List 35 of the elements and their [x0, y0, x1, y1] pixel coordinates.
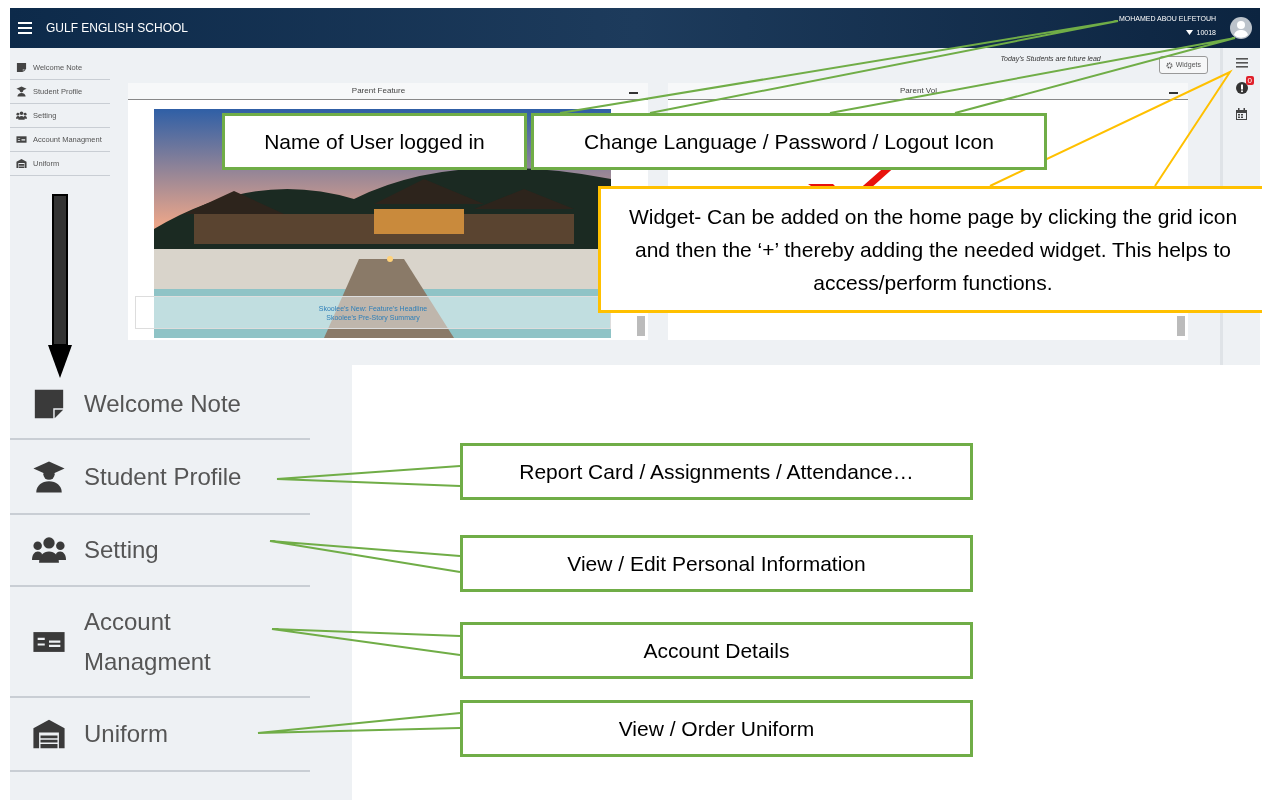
warehouse-icon: [32, 717, 66, 751]
panel-title: Parent Feature: [350, 85, 407, 97]
users-icon: [16, 110, 27, 121]
panel-title: Parent Vol: [899, 85, 938, 97]
callout: Name of User logged in: [222, 113, 527, 170]
alert-count-badge: 0: [1245, 76, 1254, 85]
scrollbar[interactable]: [1177, 316, 1185, 336]
callout: Change Language / Password / Logout Icon: [531, 113, 1047, 170]
callout: Report Card / Assignments / Attendance…: [460, 443, 973, 500]
callout: View / Edit Personal Information: [460, 535, 973, 592]
banknote-icon: [16, 134, 27, 145]
sidebar-item[interactable]: Student Profile: [10, 440, 310, 515]
calendar-icon[interactable]: [1236, 108, 1247, 120]
minimize-icon[interactable]: [629, 91, 638, 95]
sidebar-item[interactable]: Uniform: [10, 698, 310, 772]
callout: Widget- Can be added on the home page by clicking the grid icon and then the ‘+’ thereby adding the needed widget. This helps to access/perform functions.: [598, 186, 1262, 313]
note-icon: [16, 62, 27, 73]
avatar-icon[interactable]: [1230, 17, 1252, 39]
minimize-icon[interactable]: [1169, 91, 1178, 95]
sidebar-item[interactable]: Setting: [10, 515, 310, 587]
menu-icon[interactable]: [18, 22, 32, 34]
sidebar-item[interactable]: Welcome Note: [10, 370, 310, 440]
graduate-icon: [16, 86, 27, 97]
caret-icon: [1185, 30, 1193, 36]
gear-icon: [1165, 61, 1173, 69]
sidebar-item[interactable]: Account Managment: [10, 587, 310, 698]
menu-icon[interactable]: [1235, 58, 1248, 68]
callout: View / Order Uniform: [460, 700, 973, 757]
scrollbar[interactable]: [637, 316, 645, 336]
warehouse-icon: [16, 158, 27, 169]
school-name: GULF ENGLISH SCHOOL: [46, 20, 190, 37]
alert-icon[interactable]: [1235, 82, 1248, 94]
note-icon: [32, 387, 66, 421]
callout: Account Details: [460, 622, 973, 679]
graduate-icon: [32, 459, 66, 494]
